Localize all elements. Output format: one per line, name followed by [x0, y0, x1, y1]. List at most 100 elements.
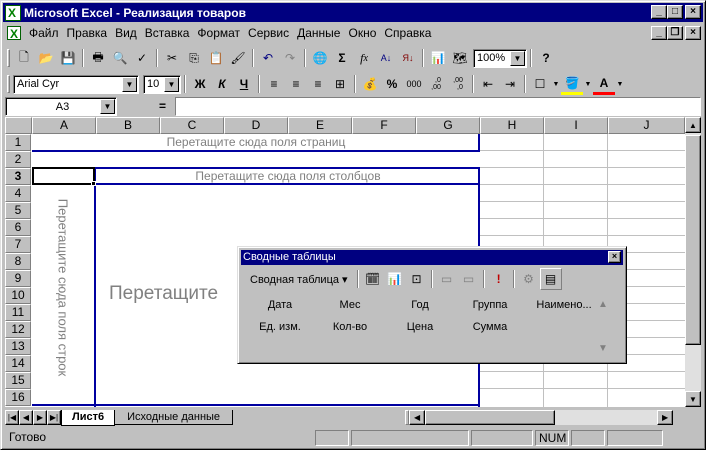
field-list-up-icon[interactable]: ▲ [598, 299, 608, 310]
scroll-thumb[interactable] [685, 135, 701, 345]
field-list-down-icon[interactable]: ▼ [598, 343, 608, 354]
pivot-field-qty[interactable]: Кол-во [314, 321, 386, 333]
function-icon[interactable]: fx [353, 47, 375, 69]
row-header[interactable]: 4 [5, 185, 31, 202]
font-color-icon[interactable]: A [593, 73, 615, 95]
pivot-toolbar-title[interactable]: Сводные таблицы [241, 250, 623, 265]
bold-button[interactable]: Ж [189, 73, 211, 95]
pivot-field-month[interactable]: Мес [314, 299, 386, 311]
row-header[interactable]: 14 [5, 355, 31, 372]
column-header[interactable]: E [288, 117, 352, 134]
pivot-toolbar[interactable]: Сводные таблицы × Сводная таблица ▾ 🗓 📊 … [237, 246, 627, 364]
doc-restore-button[interactable]: ❐ [667, 26, 683, 40]
display-fields-icon[interactable]: ▤ [539, 268, 562, 290]
field-settings-icon[interactable]: ⚙ [518, 268, 540, 290]
increase-indent-icon[interactable]: ⇥ [499, 73, 521, 95]
pivot-menu-button[interactable]: Сводная таблица ▾ [244, 273, 354, 286]
fill-color-icon[interactable]: 🪣 [561, 73, 583, 95]
next-sheet-button[interactable]: ▶ [33, 410, 47, 425]
menu-file[interactable]: Файл [25, 26, 63, 40]
open-icon[interactable]: 📂 [35, 47, 57, 69]
chevron-down-icon[interactable]: ▼ [551, 73, 561, 95]
row-header[interactable]: 8 [5, 253, 31, 270]
print-icon[interactable]: 🖶 [87, 47, 109, 69]
chevron-down-icon[interactable]: ▼ [583, 73, 593, 95]
workbook-icon[interactable] [7, 26, 21, 41]
align-right-icon[interactable]: ≡ [307, 73, 329, 95]
chevron-down-icon[interactable]: ▼ [615, 73, 625, 95]
undo-icon[interactable]: ↶ [257, 47, 279, 69]
decrease-indent-icon[interactable]: ⇤ [477, 73, 499, 95]
menu-window[interactable]: Окно [344, 26, 380, 40]
vertical-scrollbar[interactable]: ▲ ▼ [685, 117, 701, 407]
new-icon[interactable]: 🗋 [13, 47, 35, 69]
copy-icon[interactable]: ⎘ [183, 47, 205, 69]
sheet-tab-active[interactable]: Лист6 [61, 409, 116, 426]
menu-tools[interactable]: Сервис [244, 26, 293, 40]
menu-format[interactable]: Формат [193, 26, 244, 40]
pivot-field-price[interactable]: Цена [384, 321, 456, 333]
column-header[interactable]: I [544, 117, 608, 134]
column-header[interactable]: J [608, 117, 685, 134]
pivot-format-icon[interactable]: ⊡ [406, 268, 428, 290]
row-header[interactable]: 12 [5, 321, 31, 338]
underline-button[interactable]: Ч [233, 73, 255, 95]
scroll-down-button[interactable]: ▼ [685, 391, 701, 407]
cut-icon[interactable]: ✂ [161, 47, 183, 69]
scroll-right-button[interactable]: ▶ [657, 410, 674, 425]
menu-insert[interactable]: Вставка [141, 26, 194, 40]
pivot-field-sum[interactable]: Сумма [454, 321, 526, 333]
pivot-wizard-icon[interactable]: 🗓 [362, 268, 384, 290]
zoom-combo[interactable]: 100% ▼ [473, 48, 527, 68]
pivot-field-date[interactable]: Дата [244, 299, 316, 311]
increase-decimal-button[interactable]: ,0 ,00 [425, 73, 447, 95]
row-header[interactable]: 11 [5, 304, 31, 321]
print-preview-icon[interactable]: 🔍 [109, 47, 131, 69]
horizontal-scrollbar[interactable] [425, 410, 658, 425]
map-icon[interactable]: 🗺 [449, 47, 471, 69]
pivot-chart-icon[interactable]: 📊 [384, 268, 406, 290]
scroll-left-button[interactable]: ◀ [409, 410, 426, 425]
pivot-field-unit[interactable]: Ед. изм. [244, 321, 316, 333]
hide-detail-icon[interactable]: ▭ [436, 268, 458, 290]
column-header[interactable]: D [224, 117, 288, 134]
row-header[interactable]: 2 [5, 151, 31, 168]
column-header[interactable]: C [160, 117, 224, 134]
sort-ascending-icon[interactable]: A↓ [375, 47, 397, 69]
column-header[interactable]: H [480, 117, 544, 134]
formula-input[interactable] [175, 97, 701, 116]
show-detail-icon[interactable]: ▭ [458, 268, 480, 290]
sheet-tab[interactable]: Исходные данные [115, 410, 234, 425]
pivot-field-year[interactable]: Год [384, 299, 456, 311]
first-sheet-button[interactable]: |◀ [5, 410, 19, 425]
font-size-combo[interactable]: 10 ▼ [143, 74, 181, 94]
last-sheet-button[interactable]: ▶| [47, 410, 61, 425]
row-header[interactable]: 10 [5, 287, 31, 304]
column-header[interactable]: F [352, 117, 416, 134]
column-header[interactable]: G [416, 117, 480, 134]
pivot-field-name[interactable]: Наимено... [524, 299, 604, 311]
autosum-icon[interactable]: Σ [331, 47, 353, 69]
select-all-corner[interactable] [5, 117, 32, 134]
chevron-down-icon[interactable]: ▼ [100, 99, 115, 114]
merge-center-icon[interactable]: ⊞ [329, 73, 351, 95]
borders-icon[interactable]: ☐ [529, 73, 551, 95]
save-icon[interactable]: 💾 [57, 47, 79, 69]
row-header[interactable]: 1 [5, 134, 31, 151]
chevron-down-icon[interactable]: ▼ [122, 76, 137, 92]
paste-icon[interactable]: 📋 [205, 47, 227, 69]
row-header[interactable]: 15 [5, 372, 31, 389]
prev-sheet-button[interactable]: ◀ [19, 410, 33, 425]
column-header[interactable]: B [96, 117, 160, 134]
excel-app-icon[interactable] [5, 4, 21, 21]
spelling-icon[interactable]: ✓ [131, 47, 153, 69]
row-header[interactable]: 6 [5, 219, 31, 236]
decrease-decimal-button[interactable]: ,00 ,0 [447, 73, 469, 95]
row-header[interactable]: 3 [5, 168, 31, 185]
menu-help[interactable]: Справка [380, 26, 435, 40]
column-header[interactable]: A [32, 117, 96, 134]
menu-view[interactable]: Вид [111, 26, 141, 40]
row-header[interactable]: 16 [5, 389, 31, 406]
currency-icon[interactable]: 💰 [359, 73, 381, 95]
minimize-button[interactable]: _ [651, 5, 667, 19]
